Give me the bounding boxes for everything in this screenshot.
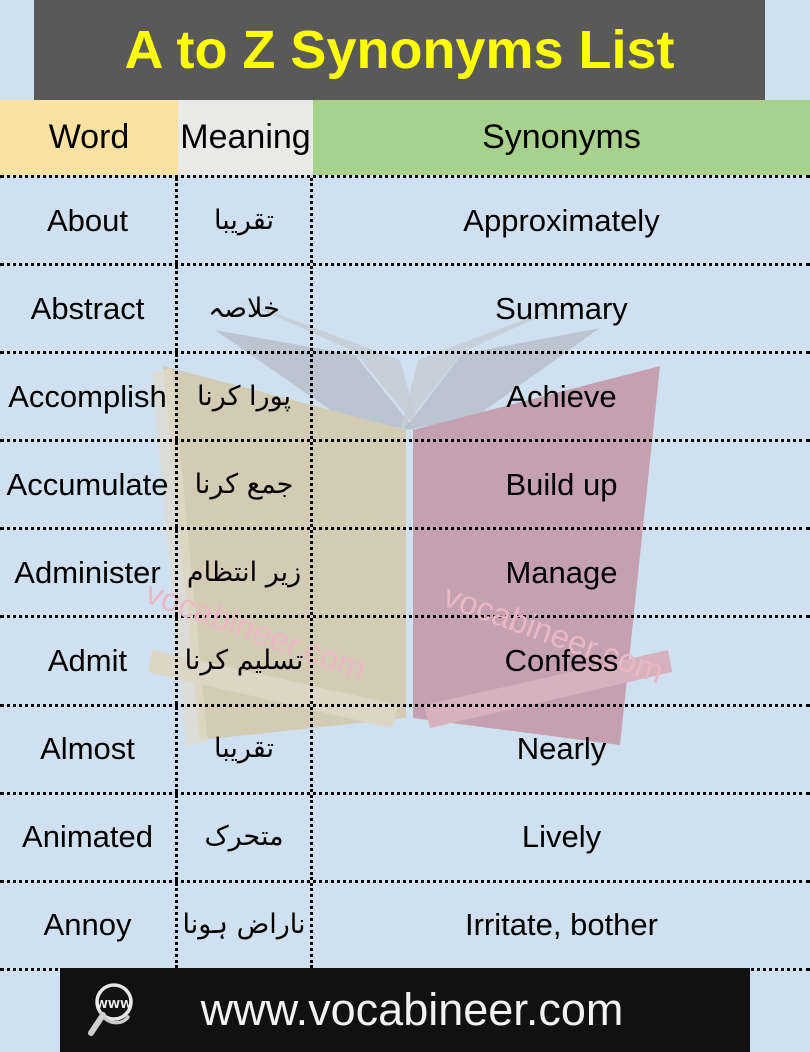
cell-synonyms: Confess (504, 643, 619, 679)
cell-synonyms: Approximately (463, 202, 660, 238)
cell-word: About (0, 178, 178, 264)
table-row: Admit تسلیم کرنا Confess (0, 618, 810, 707)
cell-word: Accomplish (0, 354, 178, 440)
cell-synonyms: Summary (495, 290, 628, 326)
cell-meaning: جمع کرنا (178, 442, 313, 528)
cell-meaning: ناراض ہونا (178, 882, 313, 968)
cell-meaning: پورا کرنا (178, 354, 313, 440)
cell-word: Annoy (0, 882, 178, 968)
cell-synonyms: Irritate, bother (465, 907, 658, 943)
table-row: Almost تقریبا Nearly (0, 706, 810, 795)
cell-word: Almost (0, 706, 178, 792)
table-header-row: Word Meaning Synonyms (0, 100, 810, 175)
cell-meaning: زیر انتظام (178, 530, 313, 616)
column-header-word: Word (0, 100, 178, 175)
cell-word: Administer (0, 530, 178, 616)
footer-bar: WWW www.vocabineer.com (60, 968, 750, 1052)
page-title: A to Z Synonyms List (124, 20, 675, 80)
column-header-meaning: Meaning (178, 100, 313, 175)
svg-text:WWW: WWW (96, 998, 132, 1011)
cell-meaning: تقریبا (178, 178, 313, 264)
table-body: About تقریبا Approximately Abstract خلاصہ Sum… (0, 175, 810, 971)
cell-word: Admit (0, 618, 178, 704)
cell-synonyms: Manage (505, 554, 618, 590)
cell-word: Abstract (0, 266, 178, 352)
table-row: Accomplish پورا کرنا Achieve (0, 354, 810, 443)
cell-meaning: متحرک (178, 794, 313, 880)
table-row: Accumulate جمع کرنا Build up (0, 442, 810, 531)
table-row: About تقریبا Approximately (0, 178, 810, 267)
column-header-synonyms: Synonyms (313, 100, 810, 175)
table-row: Annoy ناراض ہونا Irritate, bother (0, 882, 810, 971)
poster-title-bar: A to Z Synonyms List (34, 0, 765, 100)
poster-root: A to Z Synonyms List Word Meaning Synony… (0, 0, 810, 1052)
table-row: Administer زیر انتظام Manage (0, 530, 810, 619)
cell-synonyms: Nearly (516, 731, 607, 767)
cell-synonyms: Lively (521, 819, 602, 855)
cell-synonyms: Build up (505, 466, 618, 502)
synonyms-table: Word Meaning Synonyms About تقریبا Approxi… (0, 100, 810, 971)
cell-meaning: تقریبا (178, 706, 313, 792)
cell-synonyms: Achieve (506, 378, 617, 414)
table-row: Animated متحرک Lively (0, 794, 810, 883)
cell-meaning: خلاصہ (178, 266, 313, 352)
table-row: Abstract خلاصہ Summary (0, 266, 810, 355)
magnifier-www-icon: WWW (88, 983, 133, 1036)
cell-word: Accumulate (0, 442, 178, 528)
cell-word: Animated (0, 794, 178, 880)
cell-meaning: تسلیم کرنا (178, 618, 313, 704)
footer-website-url: www.vocabineer.com (200, 984, 624, 1035)
